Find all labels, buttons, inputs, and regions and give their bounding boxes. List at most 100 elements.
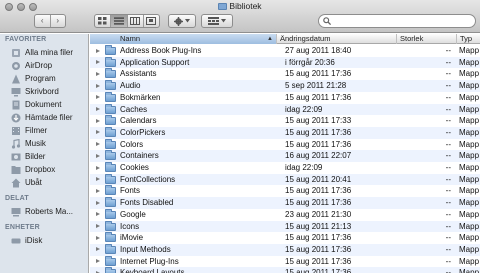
back-forward-control: ‹ › [34, 14, 66, 28]
file-row[interactable]: Application Support i förrgår 20:36 -- Mapp [90, 56, 480, 69]
forward-button[interactable]: › [49, 15, 66, 27]
file-row[interactable]: Address Book Plug-Ins 27 aug 2011 18:40 --… [90, 45, 480, 57]
file-size: -- [445, 244, 451, 254]
sidebar-item-home[interactable]: Ubåt [0, 176, 88, 189]
file-kind: Mapp [459, 221, 480, 231]
disclosure-triangle-icon[interactable] [96, 188, 100, 193]
sidebar-item-desktop[interactable]: Skrivbord [0, 85, 88, 98]
folder-icon [105, 185, 116, 196]
sidebar-item-dropbox[interactable]: Dropbox [0, 163, 88, 176]
file-name: Application Support [120, 57, 190, 67]
disclosure-triangle-icon[interactable] [96, 48, 100, 53]
sidebar-item-music[interactable]: Musik [0, 137, 88, 150]
file-name: Assistants [120, 69, 157, 79]
file-kind: Mapp [459, 186, 480, 196]
sidebar-item-idisk[interactable]: iDisk [0, 234, 88, 247]
disclosure-triangle-icon[interactable] [96, 60, 100, 65]
applications-icon [10, 74, 21, 84]
file-size: -- [445, 163, 451, 172]
file-row[interactable]: Keyboard Layouts 15 aug 2011 17:36 -- Mapp [90, 267, 480, 273]
disclosure-triangle-icon[interactable] [96, 107, 100, 111]
file-row[interactable]: Cookies idag 22:09 -- Mapp [90, 162, 480, 174]
file-row[interactable]: Caches idag 22:09 -- Mapp [90, 103, 480, 116]
column-header-name[interactable]: Namn ▲ [90, 34, 276, 44]
file-row[interactable]: Fonts 15 aug 2011 17:36 -- Mapp [90, 185, 480, 197]
disclosure-triangle-icon[interactable] [96, 165, 100, 170]
disclosure-triangle-icon[interactable] [96, 177, 100, 182]
file-row[interactable]: ColorPickers 15 aug 2011 17:36 -- Mapp [90, 126, 480, 139]
file-row[interactable]: Assistants 15 aug 2011 17:36 -- Mapp [90, 68, 480, 80]
disclosure-triangle-icon[interactable] [96, 224, 100, 228]
folder-icon [105, 208, 116, 219]
sidebar-item-documents[interactable]: Dokument [0, 98, 88, 111]
disclosure-triangle-icon[interactable] [96, 142, 100, 147]
list-view-button[interactable] [110, 15, 127, 27]
arrange-menu-button[interactable] [201, 14, 233, 28]
file-kind: Mapp [459, 104, 480, 114]
file-date: 15 aug 2011 17:36 [285, 233, 352, 243]
file-row[interactable]: Icons 15 aug 2011 21:13 -- Mapp [90, 220, 480, 233]
file-date: idag 22:09 [285, 104, 323, 114]
sidebar-item-all-files[interactable]: Alla mina filer [0, 46, 88, 59]
action-menu-button[interactable] [168, 14, 196, 28]
column-view-button[interactable] [126, 15, 143, 27]
documents-icon [10, 100, 21, 110]
movies-icon [10, 126, 21, 136]
sidebar-item-movies[interactable]: Filmer [0, 124, 88, 137]
column-header-size[interactable]: Storlek [396, 34, 456, 44]
file-date: 15 aug 2011 17:36 [285, 127, 352, 137]
file-row[interactable]: Audio 5 sep 2011 21:28 -- Mapp [90, 80, 480, 92]
file-size: -- [445, 198, 451, 208]
file-row[interactable]: iMovie 15 aug 2011 17:36 -- Mapp [90, 232, 480, 244]
column-header-date[interactable]: Ändringsdatum [276, 34, 396, 44]
icon-view-button[interactable] [95, 15, 110, 27]
file-row[interactable]: Containers 16 aug 2011 22:07 -- Mapp [90, 150, 480, 162]
sidebar-item-applications[interactable]: Program [0, 72, 88, 85]
file-kind: Mapp [459, 139, 480, 149]
sidebar-item-airdrop[interactable]: AirDrop [0, 59, 88, 72]
search-field[interactable] [318, 14, 476, 28]
file-row[interactable]: Google 23 aug 2011 21:30 -- Mapp [90, 208, 480, 221]
file-row[interactable]: Colors 15 aug 2011 17:36 -- Mapp [90, 138, 480, 151]
disclosure-triangle-icon[interactable] [96, 259, 100, 264]
disclosure-triangle-icon[interactable] [96, 200, 100, 205]
column-header-kind[interactable]: Typ [456, 34, 480, 44]
sidebar-item-downloads[interactable]: Hämtade filer [0, 111, 88, 124]
sidebar-item-pictures[interactable]: Bilder [0, 150, 88, 163]
folder-icon [218, 3, 228, 10]
disclosure-triangle-icon[interactable] [96, 83, 100, 88]
disclosure-triangle-icon[interactable] [96, 212, 100, 217]
file-row[interactable]: Input Methods 15 aug 2011 17:36 -- Mapp [90, 243, 480, 256]
dropbox-icon [10, 165, 21, 175]
computer-icon [10, 207, 21, 217]
sidebar-item-shared-computer[interactable]: Roberts Ma... [0, 205, 88, 218]
file-date: idag 22:09 [285, 163, 323, 172]
file-size: -- [445, 46, 451, 55]
file-kind: Mapp [459, 46, 480, 55]
file-size: -- [445, 268, 451, 273]
disclosure-triangle-icon[interactable] [96, 235, 100, 240]
file-size: -- [445, 233, 451, 243]
file-row[interactable]: Internet Plug-Ins 15 aug 2011 17:36 -- Mapp [90, 255, 480, 268]
folder-icon [105, 243, 116, 254]
search-input[interactable] [333, 16, 471, 26]
file-row[interactable]: Fonts Disabled 15 aug 2011 17:36 -- Mapp [90, 197, 480, 209]
disclosure-triangle-icon[interactable] [96, 118, 100, 123]
file-row[interactable]: Calendars 15 aug 2011 17:33 -- Mapp [90, 115, 480, 127]
file-row[interactable]: FontCollections 15 aug 2011 20:41 -- Mapp [90, 173, 480, 186]
disclosure-triangle-icon[interactable] [96, 130, 100, 135]
disclosure-triangle-icon[interactable] [96, 95, 100, 100]
disclosure-triangle-icon[interactable] [96, 247, 100, 252]
disclosure-triangle-icon[interactable] [96, 153, 100, 158]
back-button[interactable]: ‹ [35, 15, 50, 27]
folder-icon [105, 138, 116, 149]
folder-icon [105, 68, 116, 79]
file-size: -- [445, 221, 451, 231]
file-kind: Mapp [459, 81, 480, 91]
disclosure-triangle-icon[interactable] [96, 71, 100, 76]
coverflow-view-button[interactable] [142, 15, 159, 27]
file-name: Containers [120, 151, 159, 161]
file-row[interactable]: Bokmärken 15 aug 2011 17:36 -- Mapp [90, 91, 480, 104]
folder-icon [105, 267, 116, 273]
search-icon [323, 17, 331, 25]
